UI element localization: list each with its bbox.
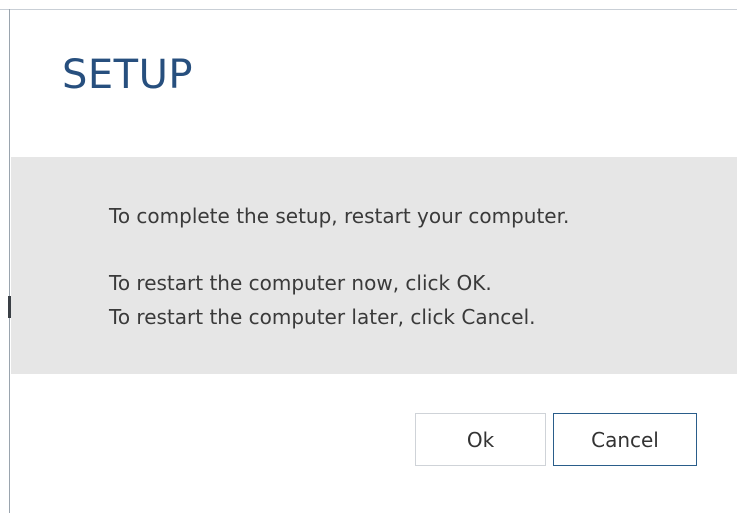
- message-line-complete-setup: To complete the setup, restart your comp…: [109, 204, 570, 228]
- message-line-restart-now: To restart the computer now, click OK.: [109, 271, 492, 295]
- dialog-top-border: [0, 9, 737, 10]
- dialog-left-border: [9, 9, 10, 513]
- ok-button[interactable]: Ok: [415, 413, 546, 466]
- dialog-title: SETUP: [62, 52, 193, 98]
- cancel-button[interactable]: Cancel: [553, 413, 697, 466]
- setup-dialog: SETUP To complete the setup, restart you…: [0, 0, 737, 513]
- message-panel: To complete the setup, restart your comp…: [11, 157, 737, 374]
- message-line-restart-later: To restart the computer later, click Can…: [109, 305, 536, 329]
